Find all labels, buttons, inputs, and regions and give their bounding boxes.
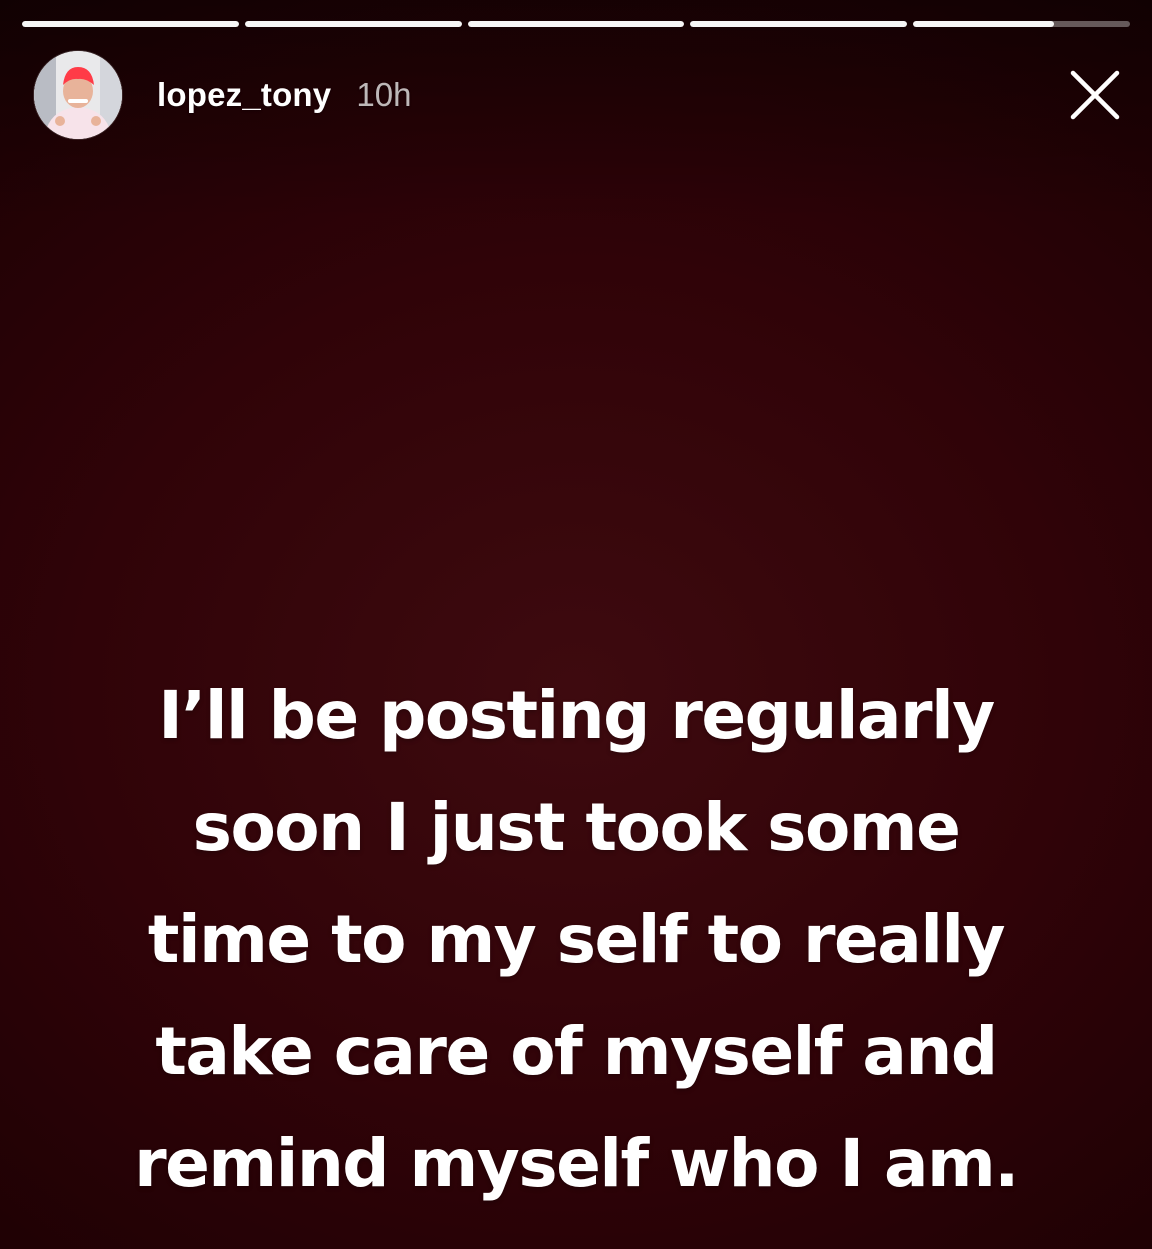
story-header: lopez_tony 10h [34,51,411,139]
story-text-line: soon I just took some [192,789,961,866]
story-text: I’ll be posting regularly soon I just to… [20,660,1132,1220]
progress-segment-1 [22,21,239,27]
progress-segment-5 [913,21,1130,27]
progress-segment-4 [690,21,908,27]
profile-photo-icon [34,51,122,139]
progress-segment-2 [244,21,462,27]
progress-fill [244,21,462,27]
close-icon [1070,70,1120,120]
progress-fill [22,21,239,27]
avatar[interactable] [34,51,122,139]
story-progress-bar [22,21,1130,27]
progress-fill [913,21,1055,27]
progress-fill [467,21,685,27]
story-text-line: time to my self to really [147,901,1006,978]
story-timestamp: 10h [356,76,412,113]
username[interactable]: lopez_tony [157,76,331,114]
story-text-line: take care of myself and [155,1013,998,1090]
progress-segment-3 [467,21,685,27]
story-text-line: remind myself who I am. [134,1125,1019,1202]
story-text-line: I’ll be posting regularly [158,677,995,754]
close-button[interactable] [1066,66,1124,124]
progress-fill [690,21,908,27]
